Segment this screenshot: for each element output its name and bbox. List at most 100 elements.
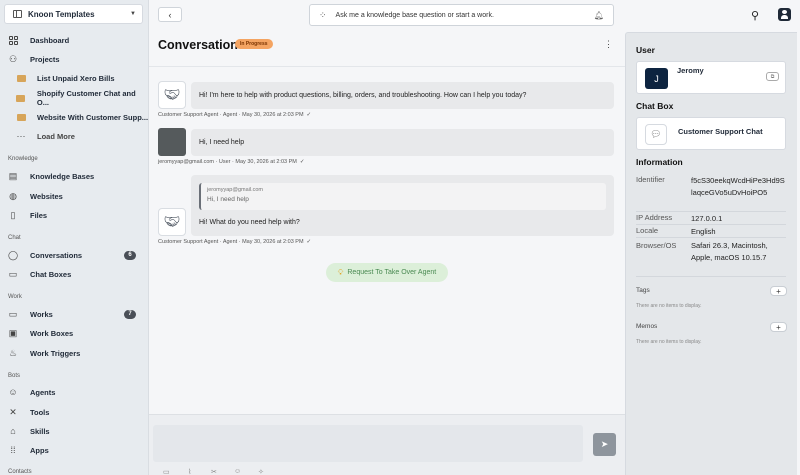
sidebar-item-project[interactable]: Website With Customer Supp... [0,108,149,126]
load-more-button[interactable]: ··· Load More [0,127,148,145]
message-meta: Customer Support Agent · Agent · May 30,… [158,112,311,118]
sidebar-item-skills[interactable]: ⌂ Skills [0,422,148,440]
tools-icon[interactable]: ✂ [211,468,217,475]
section-heading-work: Work [8,294,22,300]
sidebar-item-label: Tools [30,407,50,417]
handshake-icon: 🤝︎ [163,87,181,102]
handshake-icon: 🤝︎ [163,214,181,229]
sidebar-item-tools[interactable]: ✕ Tools [0,403,148,421]
message-text: Hi! What do you need help with? [199,219,300,226]
message-meta: jeromyyap@gmail.com · User · May 30, 202… [158,159,304,165]
magic-icon[interactable]: ✧ [258,468,264,475]
sidebar-item-project[interactable]: List Unpaid Xero Bills [0,69,148,87]
sidebar-item-label: Website With Customer Supp... [37,112,149,122]
sidebar-item-label: List Unpaid Xero Bills [37,73,115,83]
meta-text: Customer Support Agent · Agent · May 30,… [158,112,304,118]
sidebar-item-work-boxes[interactable]: ▣ Work Boxes [0,324,148,342]
image-icon[interactable]: ▭ [163,468,170,475]
section-heading-contacts: Contacts [8,469,32,475]
sidebar-item-agents[interactable]: ☺ Agents [0,383,148,401]
sidebar-item-projects[interactable]: ⚇ Projects [0,50,148,68]
inbox-icon: ▣ [8,327,18,338]
message-text: Hi, I need help [199,139,245,146]
sidebar-item-conversations[interactable]: ◯ Conversations 6 [0,246,148,264]
chat-box-icon: ▭ [8,268,18,279]
sidebar-item-label: Work Triggers [30,348,81,358]
compose-area: ➤ ▭ ⌇ ✂ ☺ ✧ [149,414,625,475]
page-title: Conversation [158,38,238,52]
sidebar-item-works[interactable]: ▭ Works 7 [0,305,148,323]
dashboard-icon [8,35,18,45]
workspace-label: Knoon Templates [28,9,95,19]
info-value: English [691,227,716,236]
robot-icon[interactable]: ☺ [234,468,241,475]
sidebar-item-label: Websites [30,191,63,201]
memos-empty-text: There are no items to display. [636,339,702,345]
tags-empty-text: There are no items to display. [636,303,702,309]
more-dots-icon: ··· [16,131,26,141]
sidebar-item-label: Skills [30,426,50,436]
info-key: IP Address [636,213,673,222]
send-button[interactable]: ➤ [593,433,616,456]
message-bubble: jeromyyap@gmail.com Hi, I need help Hi! … [191,175,614,236]
chatbox-name: Customer Support Chat [678,127,763,136]
sidebar-item-dashboard[interactable]: Dashboard [0,31,148,49]
sidebar-item-label: Work Boxes [30,328,74,338]
add-memo-button[interactable]: + [770,322,787,332]
file-icon: ▯ [10,209,16,220]
sidebar-item-label: Shopify Customer Chat and O... [36,89,136,107]
message-input[interactable] [153,425,583,462]
sidebar-item-label: Knowledge Bases [30,171,95,181]
attach-icon[interactable]: ⌇ [188,468,191,475]
user-avatar [158,128,186,156]
meta-text: jeromyyap@gmail.com · User · May 30, 202… [158,159,297,165]
sidebar-item-websites[interactable]: ◍ Websites [0,187,148,205]
sidebar-item-label: Apps [30,445,49,455]
plus-icon: + [776,286,781,296]
ask-input[interactable]: ⁘ Ask me a knowledge base question or st… [309,4,614,26]
status-badge: In Progress [235,39,273,49]
bell-icon[interactable]: 🔔︎ [594,11,604,20]
briefcase-icon: ▭ [8,308,18,319]
workspace-icon [13,10,22,18]
quote-author: jeromyyap@gmail.com [207,187,264,193]
chatbox-heading: Chat Box [636,101,674,111]
information-heading: Information [636,157,683,167]
section-heading-chat: Chat [8,235,21,241]
info-row-browser: Browser/OS Safari 26.3, Macintosh, Apple… [636,238,786,277]
sidebar-item-chat-boxes[interactable]: ▭ Chat Boxes [0,265,148,283]
ask-input-placeholder: Ask me a knowledge base question or star… [335,11,494,19]
sidebar-item-label: Conversations [30,250,83,260]
more-options-icon[interactable]: ⋮ [604,39,613,50]
user-name: Jeromy [677,66,704,75]
copy-icon[interactable]: ⧉ [766,72,779,81]
check-icon: ✓ [299,159,305,165]
sidebar-item-apps[interactable]: ⁞⁞ Apps [0,441,148,459]
take-over-agent-button[interactable]: 💡︎ Request To Take Over Agent [326,263,448,282]
folder-icon [16,93,26,103]
section-heading-bots: Bots [8,373,21,379]
sidebar-item-project[interactable]: Shopify Customer Chat and O... [0,89,148,107]
info-row-identifier: Identifier f5cS30eekqWcdHiPe3Hd9SlaqceGV… [636,173,786,212]
add-tag-button[interactable]: + [770,286,787,296]
user-card[interactable]: J Jeromy ⧉ [636,61,786,94]
quoted-message: jeromyyap@gmail.com Hi, I need help [199,183,606,210]
memos-heading: Memos [636,323,658,330]
info-key: Identifier [636,175,665,184]
chatbox-card[interactable]: 💬︎ Customer Support Chat [636,117,786,150]
sidebar-item-knowledge-bases[interactable]: ▤ Knowledge Bases [0,167,148,185]
workspace-select[interactable]: Knoon Templates ▼ [4,4,143,24]
search-icon[interactable]: ⚲ [751,9,759,22]
sidebar-item-label: Works [30,309,53,319]
back-button[interactable]: ‹ [158,7,182,22]
sidebar-item-label: Projects [30,54,60,64]
sidebar-item-label: Files [30,210,48,220]
message-bubble: Hi, I need help [191,129,614,156]
sidebar-item-work-triggers[interactable]: ♨ Work Triggers [0,344,148,362]
account-icon[interactable] [778,8,791,21]
graduation-cap-icon: ⌂ [10,426,16,436]
sidebar-item-files[interactable]: ▯ Files [0,206,148,224]
chevron-left-icon: ‹ [168,9,172,20]
apps-grid-icon: ⁞⁞ [10,445,16,455]
sidebar-item-label: Chat Boxes [30,269,72,279]
